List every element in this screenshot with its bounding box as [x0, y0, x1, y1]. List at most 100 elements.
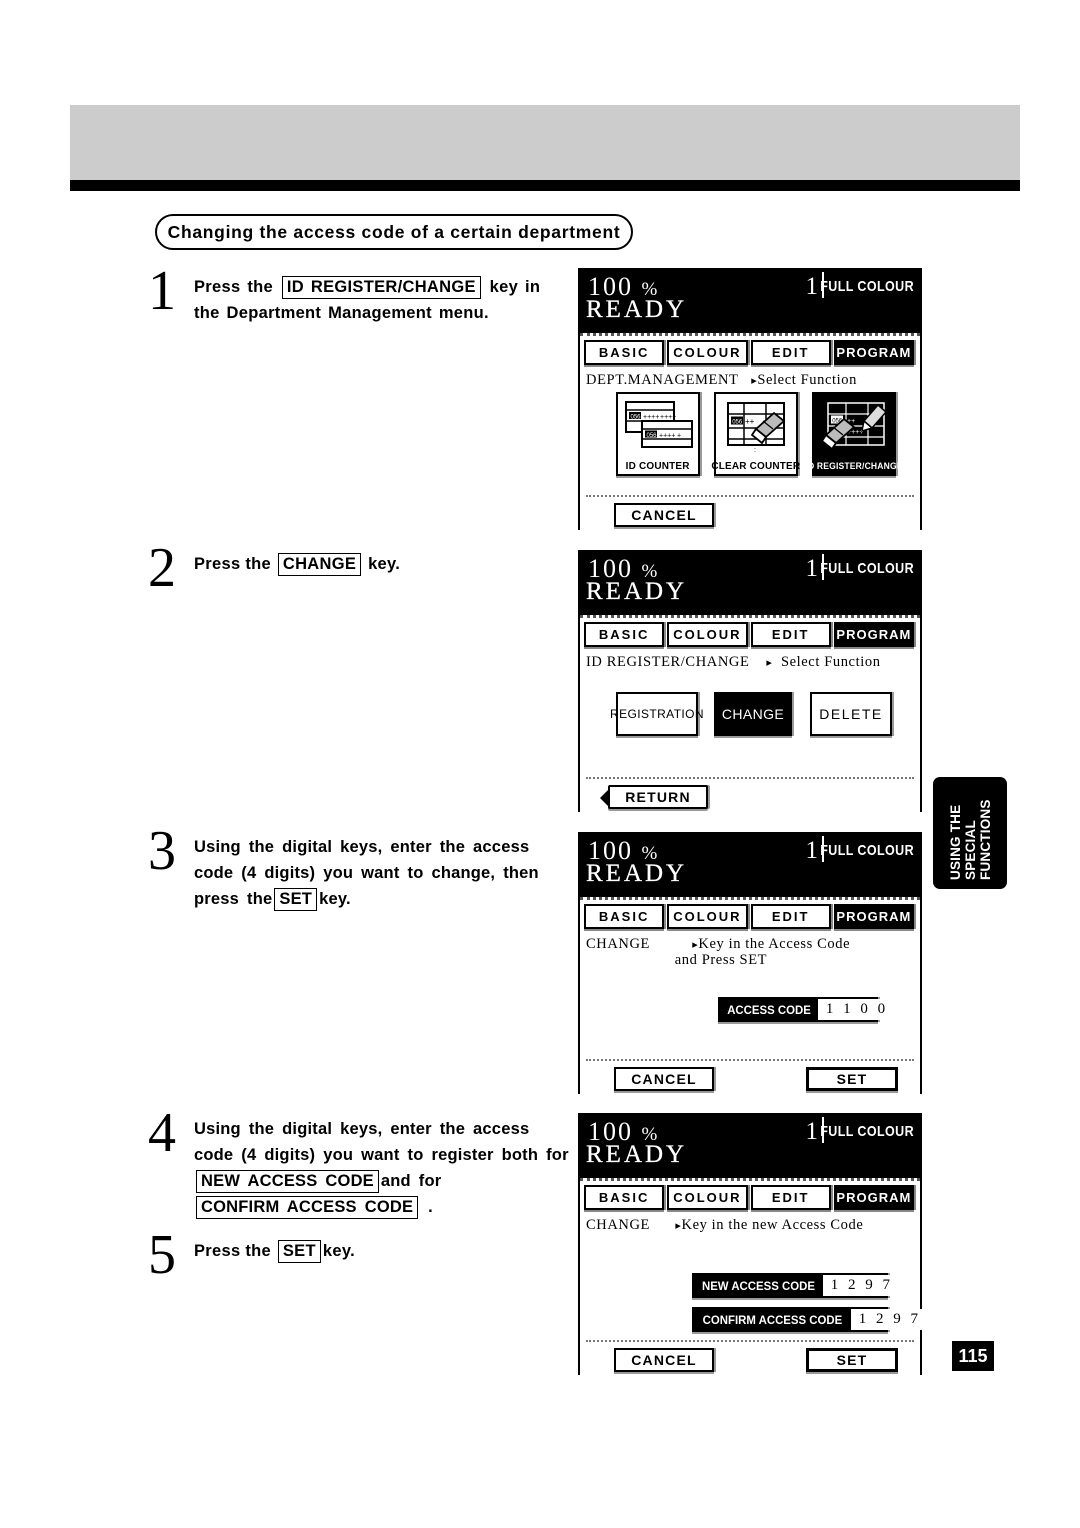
key-label: SET — [274, 888, 318, 911]
page-header-rule — [70, 180, 1020, 191]
panel-title-line: DEPT.MANAGEMENT ▸Select Function — [586, 372, 918, 389]
confirm-access-code-label: CONFIRM ACCESS CODE — [702, 1312, 843, 1327]
lcd-separator — [586, 1059, 914, 1061]
arrow-icon: ▸ — [766, 657, 773, 669]
tab-edit[interactable]: EDIT — [750, 340, 831, 365]
button-change[interactable]: CHANGE — [714, 692, 792, 736]
tab-colour[interactable]: COLOUR — [667, 340, 748, 365]
button-delete[interactable]: DELETE — [810, 692, 892, 736]
tab-basic[interactable]: BASIC — [584, 904, 665, 929]
key-label: SET — [277, 1240, 321, 1263]
icon-button-clear-counter[interactable]: 056 ++ : CLEAR COUNTER — [711, 392, 801, 476]
copy-count: 1 — [805, 837, 819, 864]
step-text: Using the digital keys, enter the access… — [194, 1110, 573, 1220]
step-number: 5 — [148, 1224, 176, 1286]
colour-mode: FULL COLOUR — [820, 1123, 914, 1140]
panel-title: DEPT.MANAGEMENT — [586, 372, 739, 388]
step-5: 5 Press the SET key. — [148, 1224, 568, 1286]
svg-text:++++: ++++ — [660, 414, 676, 421]
panel-title: CHANGE — [586, 1217, 651, 1233]
step-4: 4 Using the digital keys, enter the acce… — [148, 1102, 573, 1220]
lcd-separator — [586, 777, 914, 779]
ready-text: READY — [586, 860, 688, 887]
access-code-field[interactable]: ACCESS CODE 1 1 0 0 — [718, 997, 897, 1022]
svg-text:056: 056 — [732, 419, 743, 425]
copy-count: 1 — [805, 273, 819, 300]
step-text: Press the SET key. — [194, 1232, 355, 1264]
colour-mode: FULL COLOUR — [820, 842, 914, 859]
set-button[interactable]: SET — [806, 1348, 898, 1372]
lcd-body: BASIC COLOUR EDIT PROGRAM DEPT.MANAGEMEN… — [580, 333, 920, 531]
tab-program[interactable]: PROGRAM — [833, 340, 914, 365]
tab-colour[interactable]: COLOUR — [667, 904, 748, 929]
panel-prompt: Select Function — [780, 654, 881, 670]
panel-prompt-line2: and Press SET — [674, 952, 768, 968]
page-number: 115 — [952, 1341, 994, 1371]
id-register-change-icon: 056 ++ ++++ — [820, 402, 888, 451]
lcd-separator — [586, 495, 914, 497]
tab-program[interactable]: PROGRAM — [833, 622, 914, 647]
access-code-label: ACCESS CODE — [727, 1002, 811, 1017]
button-registration[interactable]: REGISTRATION — [610, 692, 704, 736]
tab-program[interactable]: PROGRAM — [833, 904, 914, 929]
confirm-access-code-field[interactable]: CONFIRM ACCESS CODE 1 2 9 7 — [692, 1307, 929, 1332]
tab-basic[interactable]: BASIC — [584, 622, 665, 647]
lcd-body: BASIC COLOUR EDIT PROGRAM ID REGISTER/CH… — [580, 615, 920, 813]
return-button[interactable]: RETURN — [600, 785, 708, 809]
lcd-body: BASIC COLOUR EDIT PROGRAM CHANGE ▸Key in… — [580, 897, 920, 1095]
new-access-code-label: NEW ACCESS CODE — [701, 1278, 815, 1293]
tab-edit[interactable]: EDIT — [750, 904, 831, 929]
side-tab-text: USING THE SPECIAL FUNCTIONS — [933, 777, 1007, 889]
icon-button-id-register-change[interactable]: 056 ++ ++++ ID REGISTER/CHANGE — [805, 392, 902, 476]
tab-basic[interactable]: BASIC — [584, 1185, 665, 1210]
svg-text:++: ++ — [745, 417, 755, 426]
icon-button-id-counter[interactable]: 056 ++++ ++++ 056 ++++ + ID COUNTER — [616, 392, 700, 476]
icon-button-label: CLEAR COUNTER — [711, 460, 801, 472]
ready-text: READY — [586, 578, 688, 605]
panel-prompt: Select Function — [757, 372, 857, 388]
step-number: 4 — [148, 1102, 176, 1164]
status-bar: 100 % 1 FULL COLOUR READY — [580, 1115, 920, 1178]
tab-basic[interactable]: BASIC — [584, 340, 665, 365]
lcd-panel-id-register-change: 100 % 1 FULL COLOUR READY BASIC COLOUR E… — [578, 550, 922, 813]
cancel-button[interactable]: CANCEL — [614, 1067, 714, 1091]
cancel-button[interactable]: CANCEL — [614, 503, 714, 527]
panel-title: ID REGISTER/CHANGE — [586, 654, 750, 670]
tab-program[interactable]: PROGRAM — [833, 1185, 914, 1210]
side-tab-line-3: FUNCTIONS — [977, 799, 993, 880]
step-text: Press the CHANGE key. — [194, 545, 400, 577]
step-text: Press the ID REGISTER/CHANGE key in the … — [194, 276, 541, 322]
svg-text:++++: ++++ — [659, 432, 675, 439]
status-bar: 100 % 1 FULL COLOUR READY — [580, 270, 920, 333]
id-counter-icon: 056 ++++ ++++ 056 ++++ + — [625, 401, 693, 448]
status-bar: 100 % 1 FULL COLOUR READY — [580, 834, 920, 897]
new-access-code-value: 1 2 9 7 — [822, 1275, 901, 1296]
svg-text::: : — [754, 447, 756, 454]
step-number: 1 — [148, 260, 176, 322]
step-text: Using the digital keys, enter the access… — [194, 828, 568, 912]
ready-text: READY — [586, 296, 688, 323]
status-bar: 100 % 1 FULL COLOUR READY — [580, 552, 920, 615]
svg-text:056: 056 — [631, 414, 642, 420]
tab-bar: BASIC COLOUR EDIT PROGRAM — [584, 622, 914, 647]
lcd-panel-dept-management: 100 % 1 FULL COLOUR READY BASIC COLOUR E… — [578, 268, 922, 531]
tab-colour[interactable]: COLOUR — [667, 1185, 748, 1210]
cancel-button[interactable]: CANCEL — [614, 1348, 714, 1372]
tab-bar: BASIC COLOUR EDIT PROGRAM — [584, 340, 914, 365]
set-button[interactable]: SET — [806, 1067, 898, 1091]
side-tab-line-1: USING THE — [947, 804, 963, 880]
step-1: 1 Press the ID REGISTER/CHANGE key in th… — [148, 260, 568, 326]
panel-title-line: ID REGISTER/CHANGE ▸ Select Function — [586, 654, 918, 671]
lcd-separator — [586, 1340, 914, 1342]
key-label: ID REGISTER/CHANGE — [281, 276, 481, 299]
tab-colour[interactable]: COLOUR — [667, 622, 748, 647]
clear-counter-icon: 056 ++ : — [727, 402, 786, 454]
key-label: CONFIRM ACCESS CODE — [196, 1196, 419, 1219]
tab-edit[interactable]: EDIT — [750, 622, 831, 647]
new-access-code-field[interactable]: NEW ACCESS CODE 1 2 9 7 — [692, 1273, 901, 1298]
step-2: 2 Press the CHANGE key. — [148, 540, 568, 596]
tab-edit[interactable]: EDIT — [750, 1185, 831, 1210]
side-tab-line-2: SPECIAL — [962, 820, 978, 880]
lcd-panel-change-access-code: 100 % 1 FULL COLOUR READY BASIC COLOUR E… — [578, 832, 922, 1095]
panel-title-line: CHANGE ▸Key in the Access Code — [586, 936, 918, 953]
